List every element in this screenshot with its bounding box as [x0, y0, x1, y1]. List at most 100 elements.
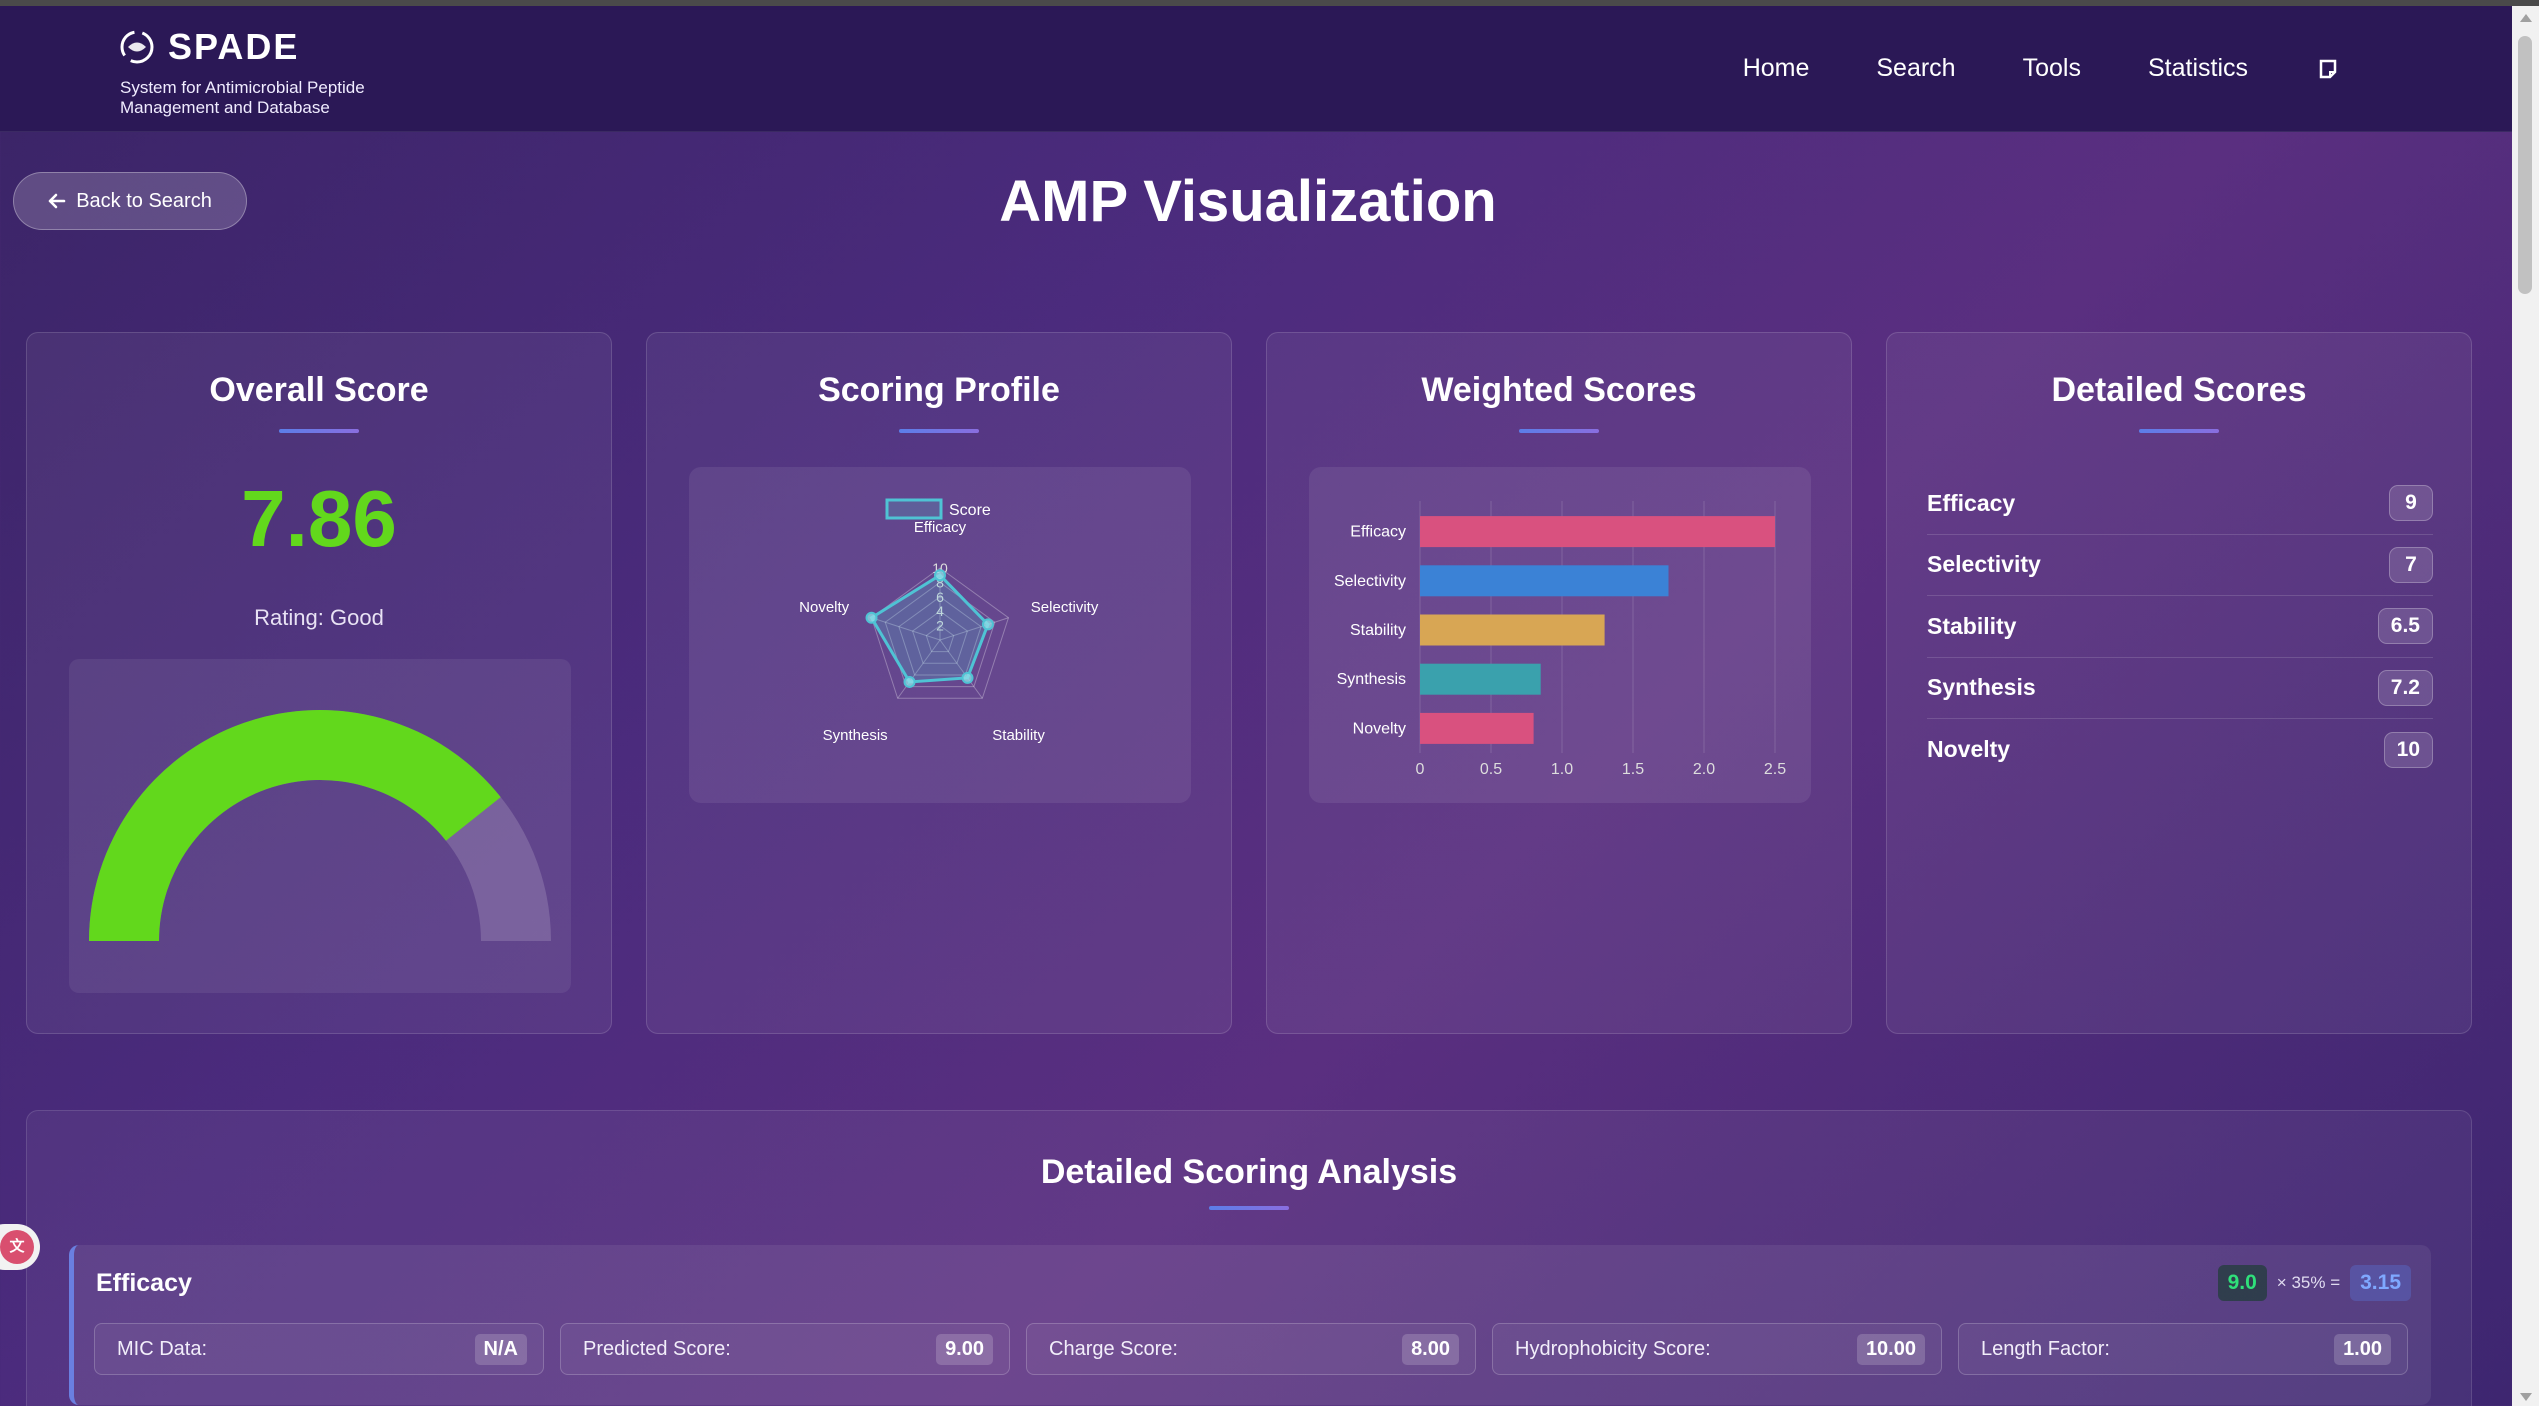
scroll-up-arrow-icon[interactable]	[2520, 14, 2532, 22]
spade-logo-icon	[120, 30, 154, 64]
metric-value: N/A	[474, 1333, 527, 1365]
criterion-weight-text: × 35% =	[2276, 1273, 2341, 1292]
detailed-scores-list: Efficacy 9 Selectivity 7 Stability 6.5 S…	[1927, 473, 2433, 781]
detail-value-badge: 6.5	[2377, 608, 2433, 645]
radar-category-label: Stability	[992, 727, 1045, 744]
metric-value: 9.00	[936, 1333, 993, 1365]
brand-title: SPADE	[168, 26, 300, 67]
x-tick-label: 0	[1416, 761, 1425, 778]
title-underline	[1209, 1206, 1289, 1210]
detail-label: Synthesis	[1927, 674, 2036, 701]
criterion-metrics: MIC Data: N/A Predicted Score: 9.00 Char…	[94, 1323, 2408, 1375]
overall-score-value: 7.86	[241, 474, 397, 563]
legend-swatch[interactable]	[885, 498, 943, 520]
metric-label: Predicted Score:	[583, 1337, 731, 1360]
scoring-analysis-section: Detailed Scoring Analysis Efficacy 9.0 ×…	[26, 1110, 2472, 1406]
y-category-label: Efficacy	[1350, 524, 1406, 541]
metric-label: Charge Score:	[1049, 1337, 1178, 1360]
scoring-profile-card: Scoring Profile Score246810EfficacySelec…	[646, 332, 1232, 1034]
radar-series-area	[869, 573, 990, 684]
radar-point[interactable]	[981, 618, 994, 631]
nav-home[interactable]: Home	[1743, 54, 1810, 83]
y-category-label: Novelty	[1353, 720, 1406, 737]
translate-icon: 文	[0, 1230, 34, 1264]
title-underline	[279, 429, 359, 433]
detail-row-synthesis: Synthesis 7.2	[1927, 658, 2433, 719]
brand[interactable]: SPADE System for Antimicrobial Peptide M…	[120, 26, 420, 118]
detail-value-badge: 7.2	[2377, 669, 2433, 706]
metric-value: 10.00	[1856, 1333, 1925, 1365]
bar-stability[interactable]	[1420, 614, 1605, 646]
x-tick-label: 2.0	[1693, 761, 1715, 778]
criterion-weighted-score: 3.15	[2350, 1265, 2411, 1301]
overall-score-card: Overall Score 7.86 Rating: Good	[26, 332, 612, 1034]
x-tick-label: 2.5	[1764, 761, 1786, 778]
radar-category-label: Selectivity	[1031, 599, 1099, 616]
nav-search[interactable]: Search	[1876, 54, 1955, 83]
x-tick-label: 1.5	[1622, 761, 1644, 778]
radar-category-label: Efficacy	[914, 519, 967, 536]
nav-statistics[interactable]: Statistics	[2148, 54, 2248, 83]
y-category-label: Selectivity	[1334, 573, 1406, 590]
title-underline	[2139, 429, 2219, 433]
radar-chart: Score246810EfficacySelectivityStabilityS…	[689, 467, 1191, 803]
detail-row-stability: Stability 6.5	[1927, 596, 2433, 658]
legend-label: Score	[949, 502, 991, 519]
nav-tools[interactable]: Tools	[2023, 54, 2081, 83]
metric-label: MIC Data:	[117, 1337, 208, 1360]
detailed-scores-title: Detailed Scores	[2051, 371, 2307, 409]
back-to-search-button[interactable]: Back to Search	[13, 172, 247, 230]
detail-row-novelty: Novelty 10	[1927, 719, 2433, 781]
radar-category-label: Synthesis	[823, 727, 888, 744]
rating-text: Rating: Good	[254, 605, 384, 630]
weighted-scores-title: Weighted Scores	[1421, 371, 1697, 409]
detailed-scores-card: Detailed Scores Efficacy 9 Selectivity 7…	[1886, 332, 2472, 1034]
scroll-down-arrow-icon[interactable]	[2520, 1393, 2532, 1401]
detail-label: Stability	[1927, 612, 2017, 639]
bar-selectivity[interactable]	[1420, 565, 1669, 597]
scoring-profile-title: Scoring Profile	[818, 371, 1060, 409]
metric-value: 8.00	[1402, 1333, 1459, 1365]
radar-point[interactable]	[934, 569, 946, 582]
weighted-scores-card: Weighted Scores 0 0.5 1.0 1.5 2.0 2.5 Efficacy…	[1266, 332, 1852, 1034]
detail-row-efficacy: Efficacy 9	[1927, 473, 2433, 535]
y-category-label: Stability	[1350, 622, 1406, 639]
detail-label: Efficacy	[1927, 489, 2016, 516]
detail-value-badge: 10	[2383, 731, 2433, 768]
radar-point[interactable]	[961, 671, 974, 684]
detail-row-selectivity: Selectivity 7	[1927, 535, 2433, 596]
y-category-label: Synthesis	[1337, 671, 1406, 688]
page-title: AMP Visualization	[999, 169, 1497, 234]
brand-subtitle: System for Antimicrobial Peptide Managem…	[120, 78, 365, 117]
metric-length-factor: Length Factor: 1.00	[1958, 1323, 2408, 1375]
title-underline	[899, 429, 979, 433]
scroll-thumb[interactable]	[2518, 36, 2532, 294]
bar-efficacy[interactable]	[1420, 516, 1775, 548]
metric-charge-score: Charge Score: 8.00	[1026, 1323, 1476, 1375]
gauge-fill	[89, 710, 501, 941]
metric-label: Hydrophobicity Score:	[1515, 1337, 1711, 1360]
detail-value-badge: 9	[2389, 485, 2433, 522]
radar-point[interactable]	[865, 611, 878, 624]
overall-score-title: Overall Score	[209, 371, 429, 409]
radar-category-label: Novelty	[799, 599, 850, 616]
criterion-name: Efficacy	[96, 1269, 192, 1297]
radar-point[interactable]	[903, 675, 916, 688]
scoring-analysis-title: Detailed Scoring Analysis	[1040, 1153, 1458, 1191]
metric-hydrophobicity-score: Hydrophobicity Score: 10.00	[1492, 1323, 1942, 1375]
bar-novelty[interactable]	[1420, 712, 1534, 744]
x-tick-label: 0.5	[1480, 761, 1502, 778]
weighted-bar-chart: 0 0.5 1.0 1.5 2.0 2.5 Efficacy Selectivity Stabi…	[1309, 467, 1811, 803]
metric-value: 1.00	[2334, 1333, 2391, 1365]
metric-label: Length Factor:	[1981, 1337, 2110, 1360]
detail-value-badge: 7	[2389, 546, 2433, 583]
navbar: SPADE System for Antimicrobial Peptide M…	[0, 6, 2512, 132]
bar-synthesis[interactable]	[1420, 663, 1541, 695]
criterion-efficacy: Efficacy 9.0 × 35% = 3.15 MIC Data: N/A …	[69, 1245, 2431, 1405]
note-icon[interactable]	[2318, 58, 2338, 80]
gauge-chart	[69, 659, 571, 993]
page-scrollbar[interactable]	[2512, 6, 2539, 1406]
title-underline	[1519, 429, 1599, 433]
arrow-left-icon	[48, 193, 66, 209]
metric-mic-data: MIC Data: N/A	[94, 1323, 544, 1375]
